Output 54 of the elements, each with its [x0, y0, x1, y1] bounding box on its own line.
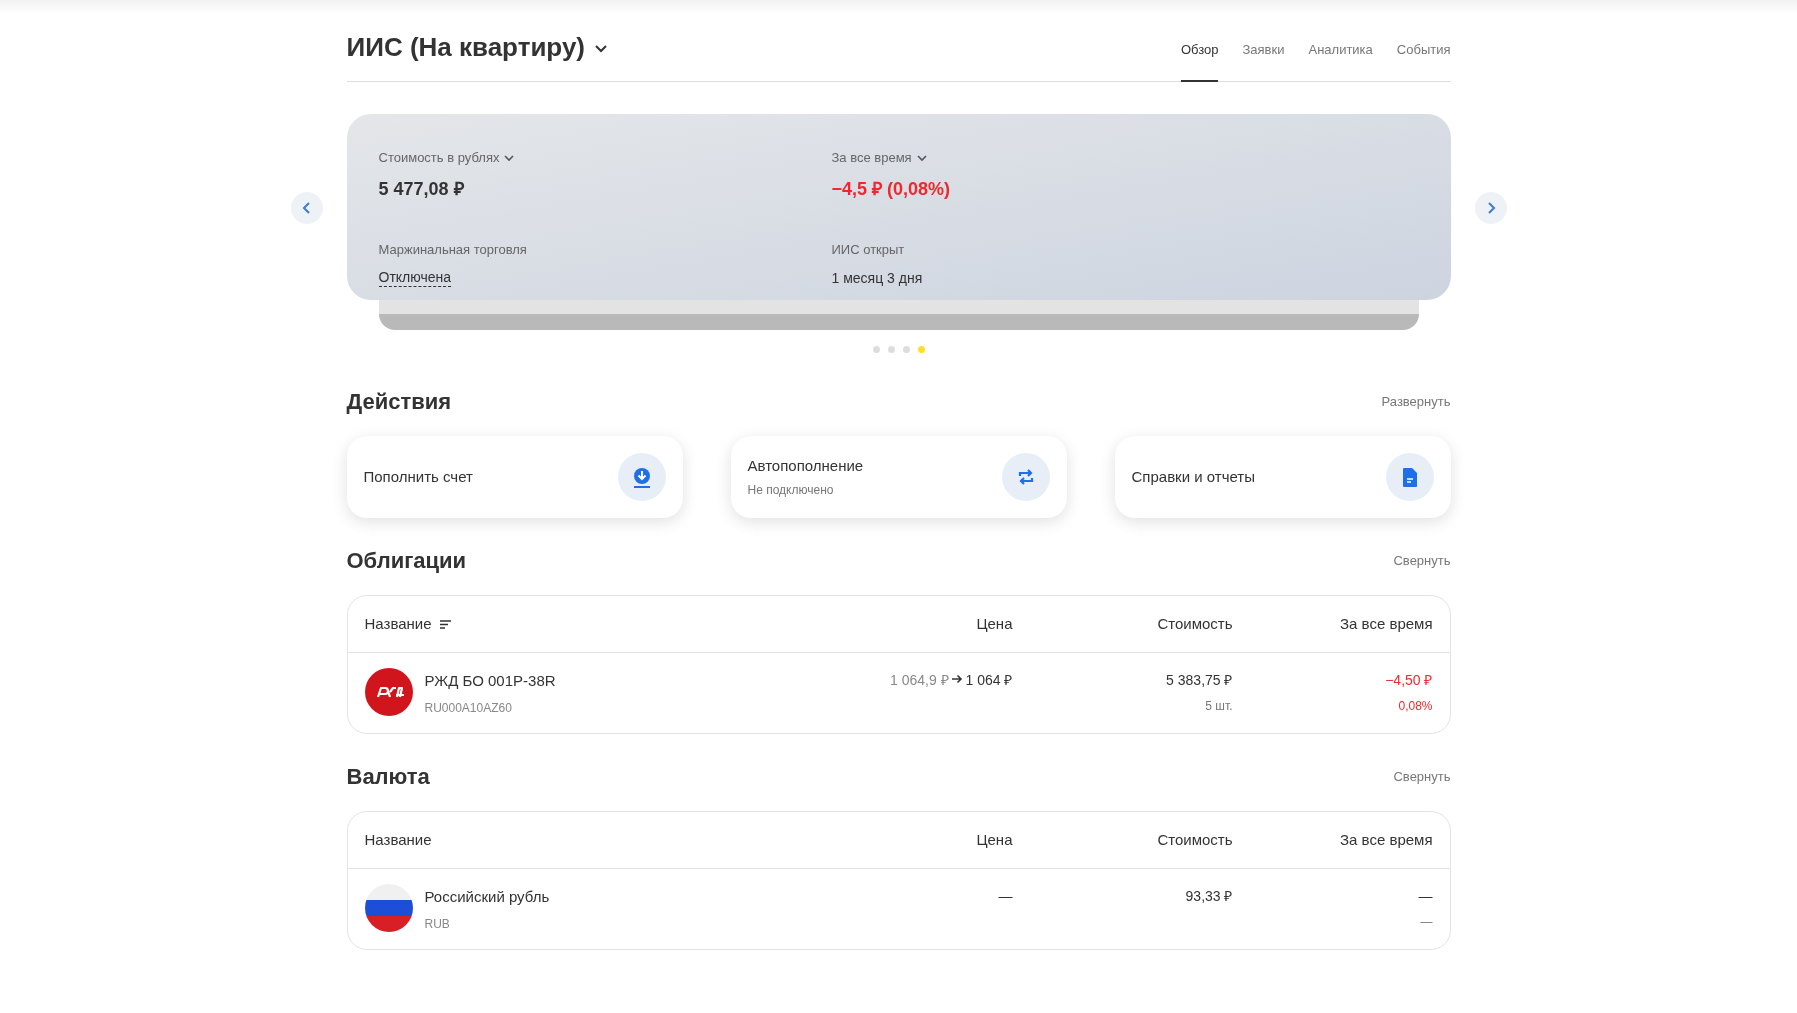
field-label: Маржинальная торговля — [378, 241, 527, 259]
section-title: Облигации — [346, 547, 467, 575]
account-title: ИИС (На квартиру) — [346, 31, 586, 64]
field-label: За все время — [831, 149, 912, 167]
column-header[interactable]: Стоимость — [1157, 828, 1233, 852]
change-percent: 0,08% — [1398, 698, 1433, 715]
previous-button[interactable] — [290, 192, 323, 224]
action-card[interactable]: Пополнить счет — [346, 436, 683, 518]
column-header[interactable]: Название — [364, 828, 432, 852]
column-header[interactable]: За все время — [1340, 612, 1433, 636]
tab[interactable]: События — [1396, 14, 1451, 82]
column-header[interactable]: Стоимость — [1157, 612, 1233, 636]
action-label: Автопополнение — [747, 455, 864, 476]
instrument-code: RU000A10AZ60 — [424, 699, 513, 717]
field-label: ИИС открыт — [831, 241, 905, 259]
price: 1 064 ₽ — [965, 671, 1013, 690]
position-value: 93,33 ₽ — [1185, 887, 1233, 906]
field-label: Стоимость в рублях — [378, 149, 500, 167]
field-value: 5 477,08 ₽ — [378, 177, 465, 201]
price: — — [998, 887, 1013, 906]
column-header[interactable]: Название — [364, 612, 432, 636]
section-title: Валюта — [346, 763, 430, 791]
action-label: Пополнить счет — [363, 466, 473, 487]
collapse-link[interactable]: Свернуть — [1393, 550, 1451, 571]
change-amount: — — [1418, 887, 1433, 906]
action-card[interactable]: Автопополнение Не подключено — [730, 436, 1067, 518]
column-header[interactable]: За все время — [1340, 828, 1433, 852]
instrument-name[interactable]: Российский рубль — [424, 886, 550, 909]
tab[interactable]: Обзор — [1180, 14, 1219, 82]
action-status: Не подключено — [747, 482, 835, 500]
position-value: 5 383,75 ₽ — [1166, 671, 1233, 690]
collapse-link[interactable]: Свернуть — [1393, 766, 1451, 787]
sort-icon[interactable] — [439, 619, 451, 629]
tab[interactable]: Аналитика — [1308, 14, 1373, 82]
chevron-right-icon — [1485, 202, 1496, 214]
column-header[interactable]: Цена — [976, 612, 1013, 636]
field-value: −4,5 ₽ (0,08%) — [831, 177, 952, 201]
field-value: 1 месяц 3 дня — [831, 268, 924, 288]
old-price: 1 064,9 ₽ — [889, 671, 949, 690]
tab[interactable]: Заявки — [1242, 14, 1285, 82]
instrument-code: RUB — [424, 915, 451, 933]
quantity: 5 шт. — [1205, 698, 1233, 715]
instrument-name[interactable]: РЖД БО 001P-38R — [424, 670, 556, 693]
next-button[interactable] — [1474, 192, 1507, 224]
column-header[interactable]: Цена — [976, 828, 1013, 852]
chevron-left-icon — [301, 202, 312, 214]
margin-status-link[interactable]: Отключена — [378, 267, 452, 287]
change-amount: −4,50 ₽ — [1385, 671, 1433, 690]
expand-link[interactable]: Развернуть — [1381, 391, 1451, 412]
change-percent: — — [1420, 914, 1433, 931]
arrow-right-icon — [951, 674, 963, 684]
section-title: Действия — [346, 388, 452, 416]
action-label: Справки и отчеты — [1131, 466, 1255, 487]
action-card[interactable]: Справки и отчеты — [1114, 436, 1451, 518]
